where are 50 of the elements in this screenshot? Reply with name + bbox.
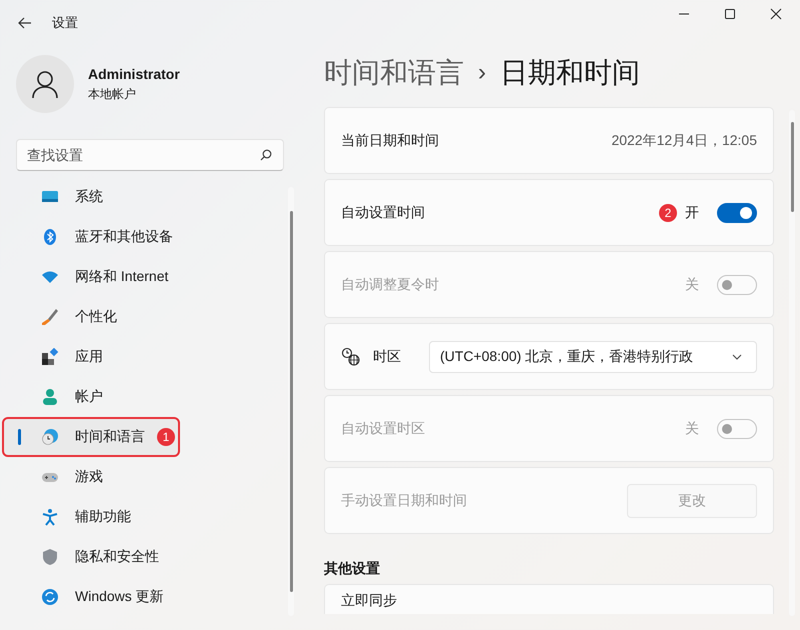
scrollbar[interactable]: [288, 187, 294, 616]
search-icon: [260, 149, 272, 161]
accessibility-icon: [41, 508, 59, 526]
shield-icon: [41, 548, 59, 566]
brush-icon: [41, 308, 59, 326]
nav-item[interactable]: 网络和 Internet: [16, 259, 282, 295]
bluetooth-icon: [41, 228, 59, 246]
setting-label: 自动调整夏令时: [341, 276, 439, 294]
nav-item[interactable]: 辅助功能: [16, 499, 282, 535]
maximize-icon[interactable]: [724, 8, 736, 20]
nav-item[interactable]: 隐私和安全性: [16, 539, 282, 575]
number-badge: 1: [157, 428, 175, 446]
setting-label: 当前日期和时间: [341, 132, 439, 150]
timezone-dropdown[interactable]: (UTC+08:00) 北京，重庆，香港特别行政: [429, 340, 757, 372]
setting-label: 时区: [373, 348, 401, 366]
setting-label: 自动设置时间: [341, 204, 425, 222]
scrollbar[interactable]: [789, 110, 795, 616]
apps-icon: [41, 348, 59, 366]
breadcrumb-parent[interactable]: 时间和语言: [324, 54, 464, 92]
refresh-icon: [41, 588, 59, 606]
close-icon[interactable]: [770, 8, 782, 20]
nav-item[interactable]: 应用: [16, 339, 282, 375]
search-field[interactable]: 查找设置: [16, 139, 284, 171]
toggle-switch[interactable]: [717, 202, 757, 222]
account-type: 本地帐户: [88, 86, 137, 102]
user-name: Administrator: [88, 66, 180, 82]
toggle-state-label: 关: [685, 420, 699, 438]
nav-item[interactable]: 系统: [16, 179, 282, 215]
date-time-value: 2022年12月4日，12:05: [611, 132, 757, 150]
nav-item[interactable]: 游戏: [16, 459, 282, 495]
toggle-state-label: 关: [685, 276, 699, 294]
chevron-down-icon: [732, 354, 742, 360]
clock-globe-icon: [41, 428, 59, 446]
nav-item[interactable]: 个性化: [16, 299, 282, 335]
setting-label: 自动设置时区: [341, 420, 425, 438]
setting-label: 立即同步: [341, 592, 397, 610]
breadcrumb-separator: ›: [478, 59, 486, 87]
person-icon: [41, 388, 59, 406]
toggle-state-label: 开: [685, 204, 699, 222]
back-arrow-icon[interactable]: [18, 16, 32, 28]
window-title: 设置: [52, 14, 78, 32]
clock-globe-icon: [341, 346, 361, 366]
nav-item[interactable]: 时间和语言 1: [4, 419, 178, 455]
setting-label: 手动设置日期和时间: [341, 492, 467, 510]
nav-item[interactable]: 蓝牙和其他设备: [16, 219, 282, 255]
section-heading: 其他设置: [324, 560, 381, 578]
nav-item[interactable]: Windows 更新: [16, 579, 282, 615]
number-badge: 2: [659, 204, 677, 222]
page-title: 日期和时间: [500, 56, 640, 90]
nav-item[interactable]: 帐户: [16, 379, 282, 415]
